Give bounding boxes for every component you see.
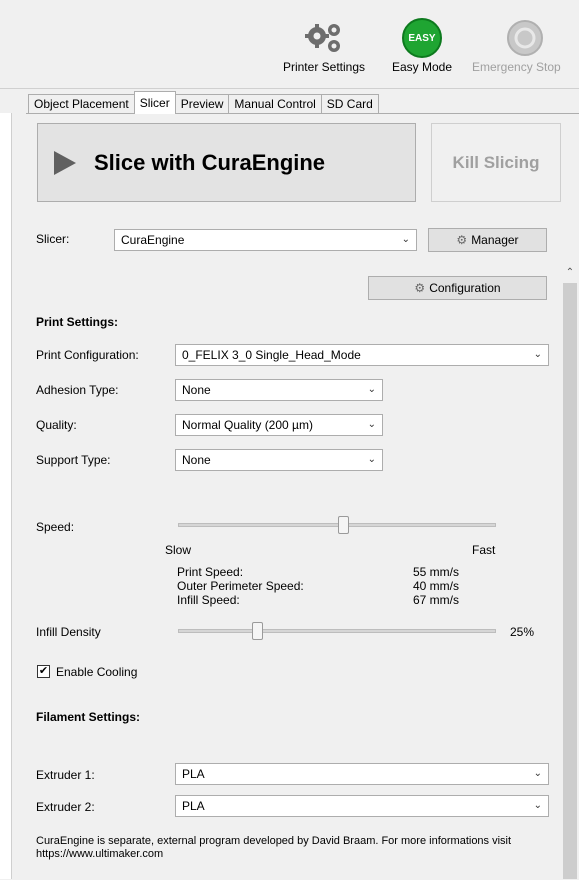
gears-icon bbox=[272, 16, 376, 60]
tab-preview[interactable]: Preview bbox=[174, 94, 230, 114]
adhesion-type-value: None bbox=[182, 383, 211, 397]
infill-speed-label: Infill Speed: bbox=[177, 593, 240, 607]
tab-object-placement[interactable]: Object Placement bbox=[28, 94, 135, 114]
scrollbar-thumb[interactable] bbox=[563, 283, 577, 879]
configuration-button[interactable]: ⚙ Configuration bbox=[368, 276, 547, 300]
emergency-stop-button[interactable]: Emergency Stop bbox=[470, 16, 579, 74]
chevron-down-icon: ⌄ bbox=[367, 419, 376, 430]
manager-button[interactable]: ⚙ Manager bbox=[428, 228, 547, 252]
print-speed-value: 55 mm/s bbox=[413, 565, 460, 579]
filament-settings-heading: Filament Settings: bbox=[36, 710, 141, 724]
print-configuration-select[interactable]: 0_FELIX 3_0 Single_Head_Mode ⌄ bbox=[175, 344, 549, 366]
infill-density-value: 25% bbox=[510, 625, 535, 639]
easy-mode-label: Easy Mode bbox=[391, 60, 453, 74]
easy-mode-button[interactable]: EASY Easy Mode bbox=[383, 16, 461, 74]
extruder-2-label: Extruder 2: bbox=[36, 800, 95, 814]
kill-slicing-button[interactable]: Kill Slicing bbox=[431, 123, 561, 202]
print-speed-label: Print Speed: bbox=[177, 565, 244, 579]
slice-button[interactable]: Slice with CuraEngine bbox=[37, 123, 416, 202]
outer-perimeter-speed-value: 40 mm/s bbox=[413, 579, 460, 593]
gear-icon: ⚙ bbox=[414, 281, 426, 295]
adhesion-type-select[interactable]: None ⌄ bbox=[175, 379, 383, 401]
play-icon bbox=[54, 150, 76, 175]
slice-button-label: Slice with CuraEngine bbox=[94, 149, 326, 175]
support-type-value: None bbox=[182, 453, 211, 467]
chevron-down-icon: ⌄ bbox=[533, 768, 542, 779]
slicer-select-value: CuraEngine bbox=[121, 233, 185, 247]
print-configuration-label: Print Configuration: bbox=[36, 348, 139, 362]
manager-button-label: Manager bbox=[471, 233, 519, 247]
tab-slicer[interactable]: Slicer bbox=[133, 91, 176, 114]
quality-value: Normal Quality (200 µm) bbox=[182, 418, 313, 432]
infill-slider-thumb[interactable] bbox=[252, 622, 263, 640]
chevron-down-icon: ⌄ bbox=[367, 454, 376, 465]
top-toolbar: Printer Settings EASY Easy Mode Emergenc… bbox=[0, 0, 579, 88]
configuration-button-label: Configuration bbox=[429, 281, 501, 295]
vertical-scrollbar[interactable]: ⌃ bbox=[561, 265, 579, 879]
enable-cooling-checkbox[interactable]: ✔ bbox=[37, 665, 50, 678]
chevron-down-icon: ⌄ bbox=[401, 234, 410, 245]
enable-cooling-label: Enable Cooling bbox=[56, 665, 138, 679]
infill-density-label: Infill Density bbox=[36, 625, 101, 639]
quality-select[interactable]: Normal Quality (200 µm) ⌄ bbox=[175, 414, 383, 436]
extruder-2-select[interactable]: PLA ⌄ bbox=[175, 795, 549, 817]
extruder-2-value: PLA bbox=[182, 799, 205, 813]
tab-bar: Object Placement Slicer Preview Manual C… bbox=[28, 91, 379, 114]
speed-slider-thumb[interactable] bbox=[337, 516, 349, 534]
infill-speed-value: 67 mm/s bbox=[413, 593, 460, 607]
support-type-label: Support Type: bbox=[36, 453, 111, 467]
chevron-down-icon: ⌄ bbox=[533, 800, 542, 811]
chevron-down-icon: ⌄ bbox=[533, 349, 542, 360]
print-settings-heading: Print Settings: bbox=[36, 315, 119, 329]
printer-settings-label: Printer Settings bbox=[282, 60, 366, 74]
adhesion-type-label: Adhesion Type: bbox=[36, 383, 119, 397]
support-type-select[interactable]: None ⌄ bbox=[175, 449, 383, 471]
tab-manual-control[interactable]: Manual Control bbox=[228, 94, 322, 114]
speed-slow-label: Slow bbox=[165, 543, 192, 557]
toolbar-divider bbox=[0, 88, 579, 89]
infill-slider-track[interactable] bbox=[178, 629, 496, 633]
speed-fast-label: Fast bbox=[472, 543, 496, 557]
left-side-strip bbox=[0, 113, 12, 879]
outer-perimeter-speed-label: Outer Perimeter Speed: bbox=[177, 579, 304, 593]
chevron-down-icon: ⌄ bbox=[367, 384, 376, 395]
extruder-1-select[interactable]: PLA ⌄ bbox=[175, 763, 549, 785]
gears-icon: ⚙ bbox=[456, 233, 468, 247]
extruder-1-label: Extruder 1: bbox=[36, 768, 95, 782]
quality-label: Quality: bbox=[36, 418, 77, 432]
slicer-select[interactable]: CuraEngine ⌄ bbox=[114, 229, 417, 251]
scroll-up-icon[interactable]: ⌃ bbox=[561, 265, 579, 281]
emergency-stop-label: Emergency Stop bbox=[472, 60, 561, 74]
printer-settings-button[interactable]: Printer Settings bbox=[272, 16, 376, 74]
speed-label: Speed: bbox=[36, 520, 75, 534]
easy-badge-icon: EASY bbox=[402, 18, 442, 58]
tab-sd-card[interactable]: SD Card bbox=[320, 94, 379, 114]
emergency-stop-icon bbox=[470, 16, 579, 60]
footer-note: CuraEngine is separate, external program… bbox=[36, 835, 512, 860]
extruder-1-value: PLA bbox=[182, 767, 205, 781]
print-configuration-value: 0_FELIX 3_0 Single_Head_Mode bbox=[182, 348, 361, 362]
slicer-label: Slicer: bbox=[36, 232, 70, 246]
